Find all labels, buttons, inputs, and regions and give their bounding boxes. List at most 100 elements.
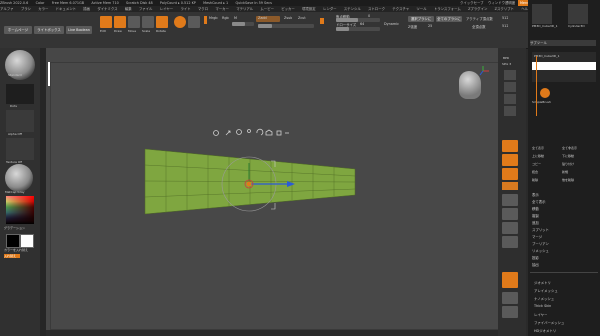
rgb-intensity-slider[interactable] (232, 22, 254, 26)
subtool-menu-6[interactable]: マージ (532, 234, 542, 239)
subtool-menu-9[interactable]: 投影 (532, 255, 539, 260)
transform-gizmo-icon[interactable] (174, 16, 186, 28)
hd-geometry-section[interactable]: HDジオメトリ (534, 328, 556, 333)
panel-btn-6[interactable]: 統合 (532, 170, 560, 174)
geometry-section[interactable]: ジオメトリ (534, 280, 551, 285)
rgb-label[interactable]: Rgb (222, 16, 229, 20)
edit-label: Edit (100, 29, 106, 33)
subtool-menu-3[interactable]: 複製 (532, 213, 539, 218)
bpr-label[interactable]: BPR (503, 56, 509, 60)
intensity-label: Z強度 (408, 25, 418, 29)
mrgb-indicator (204, 16, 207, 24)
subtool-menu-1[interactable]: 全て表示 (532, 199, 546, 204)
stroke-thumbnail[interactable] (6, 84, 34, 104)
layers-section[interactable]: レイヤー (534, 312, 547, 317)
right-tray: PM3D_Cube3D_1 Cylinder3D サブツール PM3D_Cube… (528, 0, 600, 336)
switch-color-label: カラーを入れ替え (4, 248, 29, 252)
subtool-menu-2[interactable]: 移動 (532, 206, 539, 211)
transp-button[interactable] (502, 292, 518, 304)
live-boolean-button[interactable]: Live Boolean (66, 26, 92, 34)
lightbox-button[interactable]: ライトボックス (34, 26, 64, 34)
alpha-thumbnail[interactable] (6, 110, 34, 132)
person-icon (247, 129, 251, 133)
subtool-scrollbar[interactable] (536, 56, 537, 116)
xyz-button[interactable] (502, 182, 518, 190)
solo-button[interactable] (502, 306, 518, 318)
move-label: Move (128, 29, 137, 33)
panel-btn-1[interactable]: 全て非表示 (562, 146, 590, 150)
focal-indicator (320, 18, 324, 24)
tool-thumbnail-1[interactable] (532, 4, 552, 24)
thick-skin-section[interactable]: Thick Skin (534, 304, 551, 308)
subtool-item[interactable]: PM3D_Cube3D_1 (534, 54, 560, 58)
actual-button[interactable] (504, 94, 516, 104)
spix-label[interactable]: SPix 3 (502, 62, 511, 66)
alpha-label: Alpha Off (8, 132, 22, 136)
active-points-label: アクティブ頂点数 (466, 17, 493, 21)
zsub-label[interactable]: Zsub (284, 16, 292, 20)
apply-selected-brush-button[interactable]: 選択ブラシに (408, 16, 434, 22)
dynamic-button[interactable]: Dynamic (384, 22, 399, 26)
document-canvas[interactable] (50, 62, 502, 330)
home-page-button[interactable]: ホームページ (4, 26, 32, 34)
scale-button[interactable] (142, 16, 154, 28)
texture-thumbnail[interactable] (6, 138, 34, 160)
nanomesh-section[interactable]: ナノメッシュ (534, 296, 554, 301)
subtool-header[interactable]: サブツール (530, 40, 596, 46)
panel-btn-8[interactable]: 削除 (532, 178, 560, 182)
undo-icon (256, 128, 264, 136)
main-color-swatch[interactable] (6, 234, 20, 248)
move-button[interactable] (128, 16, 140, 28)
panel-btn-9[interactable]: 他を削除 (562, 178, 590, 182)
draw-size-slider[interactable] (336, 27, 380, 31)
simple-brush-label: SimpleBrush (532, 100, 551, 104)
floor-button[interactable] (502, 154, 518, 166)
subtool-menu-5[interactable]: スプリット (532, 227, 549, 232)
secondary-color-swatch[interactable] (20, 234, 34, 248)
scale-label: Scale (142, 29, 151, 33)
subtool-thumbnail[interactable] (532, 62, 596, 70)
frame-button[interactable] (502, 194, 518, 206)
rotate-view-button[interactable] (502, 236, 518, 248)
focal-shift-slider[interactable] (336, 18, 380, 22)
subtool-menu-7[interactable]: ブーリアン (532, 241, 549, 246)
aahalf-button[interactable] (504, 106, 516, 116)
persp-button[interactable] (502, 140, 518, 152)
panel-btn-2[interactable]: 上に移動 (532, 154, 560, 158)
m-label[interactable]: M (234, 16, 237, 20)
panel-btn-5[interactable]: 貼り付け (562, 162, 590, 166)
zoom3d-button[interactable] (502, 222, 518, 234)
alternate-button[interactable]: 入れ替え (4, 254, 20, 258)
tool-thumbnail-2[interactable] (568, 4, 588, 24)
subtool-menu-0[interactable]: 表示 (532, 192, 539, 197)
mrgb-label[interactable]: Mrgb (209, 16, 218, 20)
subtool-menu-8[interactable]: リメッシュ (532, 248, 549, 253)
panel-btn-3[interactable]: 下に移動 (562, 154, 590, 158)
subtool-menu-4[interactable]: 追加 (532, 220, 539, 225)
material-thumbnail[interactable] (5, 164, 33, 192)
fibermesh-section[interactable]: ファイバーメッシュ (534, 320, 564, 325)
gizmo-center-icon (246, 181, 252, 187)
stroke-label: Dots (10, 104, 17, 108)
panel-btn-0[interactable]: 全て表示 (532, 146, 560, 150)
solo-icon[interactable] (188, 16, 200, 28)
subtool-menu-10[interactable]: 抽出 (532, 262, 539, 267)
panel-btn-4[interactable]: コピー (532, 162, 560, 166)
rotate-button[interactable] (156, 16, 168, 28)
apply-all-brushes-button[interactable]: 全てのブラシに (436, 16, 462, 22)
panel-btn-7[interactable]: 新規 (562, 170, 590, 174)
simple-brush-icon[interactable] (540, 88, 550, 98)
move-view-button[interactable] (502, 208, 518, 220)
lightbulb-icon (236, 129, 242, 135)
zcut-label[interactable]: Zcut (298, 16, 306, 20)
tool-label-1: PM3D_Cube3D_1 (532, 24, 558, 28)
active-points-value: 512 (502, 16, 509, 20)
draw-button[interactable] (114, 16, 126, 28)
zoom-button[interactable] (504, 82, 516, 92)
local-button[interactable] (502, 168, 518, 180)
edit-button[interactable] (100, 16, 112, 28)
arraymesh-section[interactable]: アレイメッシュ (534, 288, 558, 293)
polyframe-button[interactable] (502, 272, 518, 288)
z-intensity-slider[interactable] (258, 24, 314, 28)
scroll-button[interactable] (504, 70, 516, 80)
